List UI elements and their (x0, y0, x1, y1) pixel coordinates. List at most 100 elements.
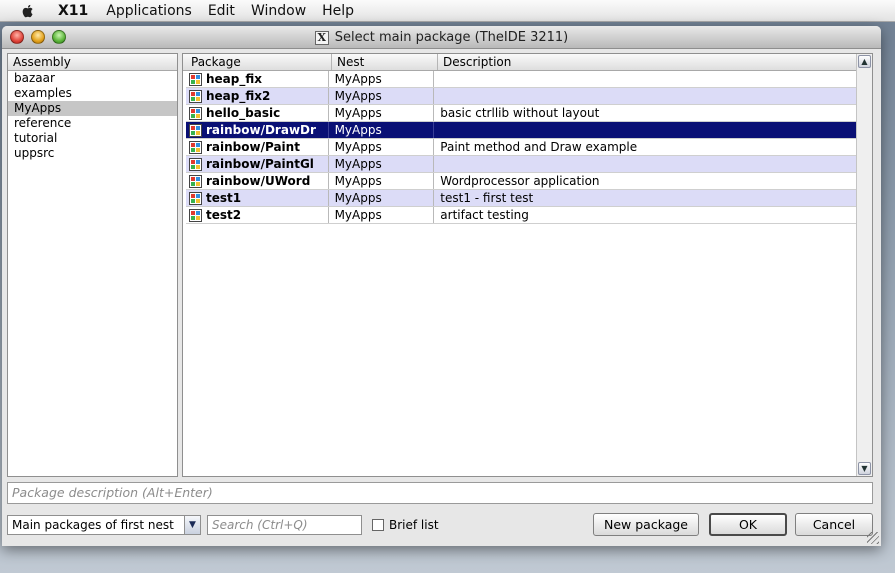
table-row[interactable]: test2 MyApps artifact testing (186, 207, 856, 224)
packages-rows: heap_fix MyApps heap_fix2 MyApps hello_basic… (186, 71, 856, 224)
package-name: rainbow/PaintGl (206, 157, 314, 171)
minimize-button[interactable] (31, 30, 45, 44)
new-package-button[interactable]: New package (593, 513, 699, 536)
resize-grip-icon[interactable] (867, 532, 879, 544)
package-description-field[interactable]: Package description (Alt+Enter) (7, 482, 873, 504)
cell-package: test2 (186, 207, 329, 223)
package-icon (189, 174, 202, 188)
x11-icon: X (314, 30, 329, 45)
package-name: rainbow/DrawDr (206, 123, 316, 137)
assembly-item-examples[interactable]: examples (8, 86, 177, 101)
assembly-item-myapps[interactable]: MyApps (8, 101, 177, 116)
cell-description: basic ctrllib without layout (440, 106, 600, 120)
assembly-column-header[interactable]: Assembly (8, 54, 177, 70)
cell-package: rainbow/Paint (186, 139, 329, 155)
cell-nest: MyApps (329, 105, 435, 121)
package-icon (189, 157, 202, 171)
nest-filter-value: Main packages of first nest (12, 518, 174, 532)
package-icon (189, 106, 202, 120)
brief-list-label: Brief list (389, 518, 439, 532)
assembly-item-bazaar[interactable]: bazaar (8, 71, 177, 86)
cell-description: test1 - first test (440, 191, 534, 205)
select-package-dialog: X Select main package (TheIDE 3211) Asse… (2, 26, 881, 546)
table-row[interactable]: test1 MyApps test1 - first test (186, 190, 856, 207)
cell-description (434, 88, 856, 104)
cell-nest: MyApps (329, 88, 435, 104)
assembly-list: bazaar examples MyApps reference tutoria… (8, 71, 177, 161)
cell-description: Wordprocessor application (440, 174, 600, 188)
menu-edit[interactable]: Edit (200, 3, 243, 19)
package-icon (189, 123, 202, 137)
brief-list-checkbox[interactable]: Brief list (372, 518, 439, 532)
cell-package: heap_fix (186, 71, 329, 87)
package-icon (189, 191, 202, 205)
cancel-button[interactable]: Cancel (795, 513, 873, 536)
package-name: test2 (206, 208, 242, 222)
scroll-down-icon[interactable]: ▼ (858, 462, 871, 475)
cell-nest: MyApps (329, 207, 435, 223)
package-name: test1 (206, 191, 242, 205)
cell-package: heap_fix2 (186, 88, 329, 104)
zoom-button[interactable] (52, 30, 66, 44)
cell-nest: MyApps (329, 156, 435, 172)
column-header-package[interactable]: Package (186, 54, 332, 70)
assembly-item-tutorial[interactable]: tutorial (8, 131, 177, 146)
table-row[interactable]: heap_fix2 MyApps (186, 88, 856, 105)
table-row[interactable]: rainbow/UWord MyApps Wordprocessor applica… (186, 173, 856, 190)
window-title-text: Select main package (TheIDE 3211) (334, 30, 569, 45)
assembly-panel: Assembly bazaar examples MyApps referenc… (7, 53, 178, 477)
close-button[interactable] (10, 30, 24, 44)
packages-header: Package Nest Description (183, 54, 859, 71)
cell-nest: MyApps (329, 122, 435, 138)
package-name: hello_basic (206, 106, 281, 120)
assembly-item-uppsrc[interactable]: uppsrc (8, 146, 177, 161)
packages-table: Package Nest Description heap_fix MyApps h… (183, 54, 859, 224)
assembly-header: Assembly (8, 54, 177, 71)
cell-package: rainbow/DrawDr (186, 122, 329, 138)
cell-description (434, 71, 856, 87)
table-row[interactable]: heap_fix MyApps (186, 71, 856, 88)
package-icon (189, 140, 202, 154)
menu-help[interactable]: Help (314, 3, 362, 19)
column-header-nest[interactable]: Nest (332, 54, 438, 70)
column-header-description[interactable]: Description (438, 54, 859, 70)
title-bar[interactable]: X Select main package (TheIDE 3211) (2, 26, 881, 49)
cell-description (434, 122, 856, 138)
package-icon (189, 72, 202, 86)
nest-filter-dropdown[interactable]: Main packages of first nest ▼ (7, 515, 201, 535)
cell-description (434, 156, 856, 172)
menu-app-x11[interactable]: X11 (50, 3, 98, 19)
cell-package: hello_basic (186, 105, 329, 121)
cell-package: test1 (186, 190, 329, 206)
package-icon (189, 89, 202, 103)
mac-menubar: X11 Applications Edit Window Help (0, 0, 895, 22)
checkbox-box[interactable] (372, 519, 384, 531)
package-icon (189, 208, 202, 222)
menu-window[interactable]: Window (243, 3, 314, 19)
ok-button[interactable]: OK (709, 513, 787, 536)
cell-nest: MyApps (329, 139, 435, 155)
window-title: X Select main package (TheIDE 3211) (2, 26, 881, 49)
packages-scrollbar[interactable]: ▲ ▼ (856, 54, 872, 476)
table-row[interactable]: rainbow/Paint MyApps Paint method and Draw… (186, 139, 856, 156)
table-row[interactable]: rainbow/DrawDr MyApps (186, 122, 856, 139)
package-name: heap_fix (206, 72, 263, 86)
menu-applications[interactable]: Applications (98, 3, 200, 19)
assembly-item-reference[interactable]: reference (8, 116, 177, 131)
chevron-down-icon[interactable]: ▼ (184, 516, 200, 534)
package-name: rainbow/UWord (206, 174, 311, 188)
cell-nest: MyApps (329, 190, 435, 206)
cell-description: Paint method and Draw example (440, 140, 638, 154)
packages-panel: Package Nest Description heap_fix MyApps h… (182, 53, 873, 477)
cell-package: rainbow/PaintGl (186, 156, 329, 172)
scroll-up-icon[interactable]: ▲ (858, 55, 871, 68)
cell-nest: MyApps (329, 71, 435, 87)
table-row[interactable]: hello_basic MyApps basic ctrllib without l… (186, 105, 856, 122)
table-row[interactable]: rainbow/PaintGl MyApps (186, 156, 856, 173)
package-name: rainbow/Paint (206, 140, 300, 154)
package-name: heap_fix2 (206, 89, 271, 103)
apple-icon[interactable] (20, 3, 36, 19)
cell-description: artifact testing (440, 208, 529, 222)
search-input[interactable]: Search (Ctrl+Q) (207, 515, 362, 535)
cell-nest: MyApps (329, 173, 435, 189)
